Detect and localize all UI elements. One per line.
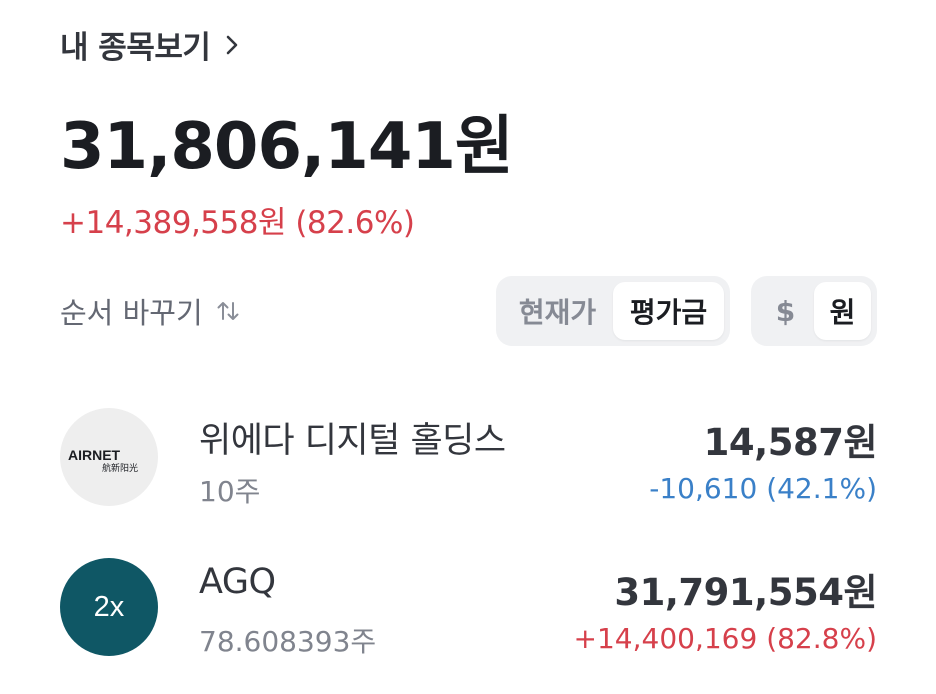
total-value: 31,806,141원 bbox=[60, 110, 514, 184]
toggle-usd[interactable]: $ bbox=[757, 282, 814, 340]
airnet-logo-icon: AIRNET 航新阳光 bbox=[68, 447, 138, 474]
svg-text:AIRNET: AIRNET bbox=[68, 447, 121, 463]
toggle-current-price[interactable]: 현재가 bbox=[502, 282, 613, 340]
stock-name: AGQ bbox=[199, 562, 276, 602]
stock-change: +14,400,169 (82.8%) bbox=[573, 622, 877, 655]
stock-quantity: 78.608393주 bbox=[199, 625, 377, 658]
portfolio-page: 내 종목보기 31,806,141원 +14,389,558원 (82.6%) … bbox=[0, 0, 936, 694]
sort-button[interactable]: 순서 바꾸기 bbox=[60, 290, 241, 332]
sort-label: 순서 바꾸기 bbox=[60, 296, 203, 330]
toggle-valuation[interactable]: 평가금 bbox=[613, 282, 724, 340]
page-title: 내 종목보기 bbox=[60, 30, 211, 66]
total-gain: +14,389,558원 (82.6%) bbox=[60, 205, 415, 241]
price-mode-toggle: 현재가 평가금 bbox=[496, 276, 730, 346]
holding-row[interactable]: AIRNET 航新阳光 위에다 디지털 홀딩스 10주 14,587원 -10,… bbox=[60, 408, 878, 508]
stock-quantity: 10주 bbox=[199, 475, 261, 508]
stock-change: -10,610 (42.1%) bbox=[649, 472, 877, 505]
sort-arrows-icon bbox=[217, 302, 239, 320]
stock-value: 31,791,554원 bbox=[614, 571, 877, 614]
chevron-right-icon bbox=[227, 35, 238, 54]
leverage-badge-text: 2x bbox=[93, 590, 125, 623]
stock-logo: 2x bbox=[60, 558, 158, 656]
currency-toggle: $ 원 bbox=[751, 276, 877, 346]
stock-value: 14,587원 bbox=[703, 421, 878, 464]
svg-text:航新阳光: 航新阳光 bbox=[102, 462, 138, 474]
my-stocks-link[interactable]: 내 종목보기 bbox=[60, 22, 240, 67]
stock-logo: AIRNET 航新阳光 bbox=[60, 408, 158, 506]
holding-row[interactable]: 2x AGQ 78.608393주 31,791,554원 +14,400,16… bbox=[60, 558, 877, 658]
stock-name: 위에다 디지털 홀딩스 bbox=[199, 421, 506, 461]
toggle-krw[interactable]: 원 bbox=[814, 282, 871, 340]
